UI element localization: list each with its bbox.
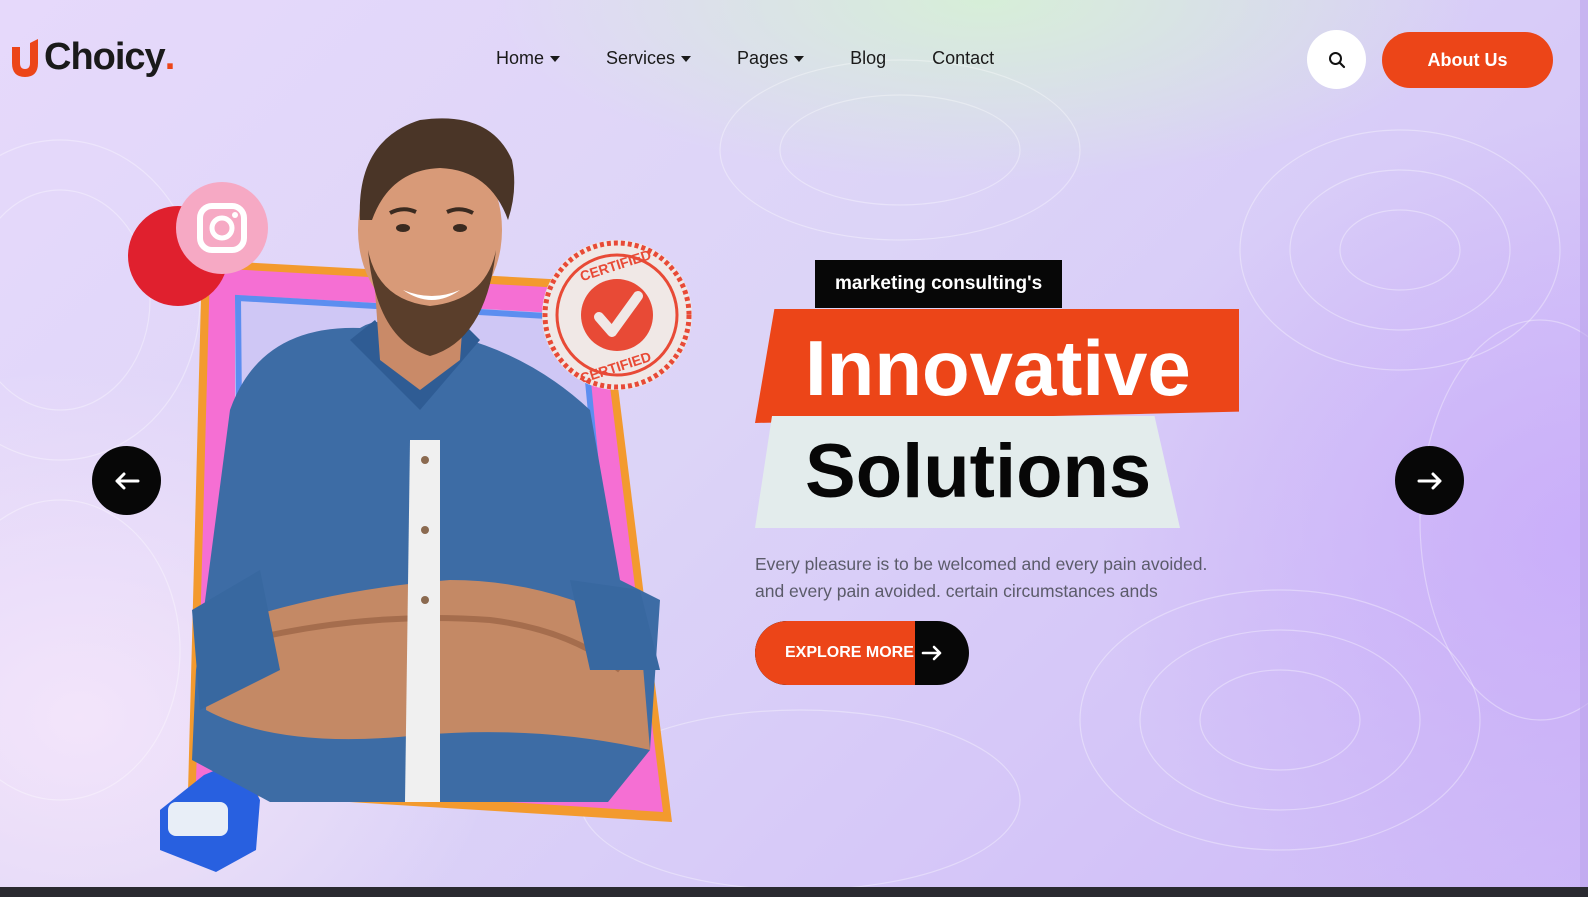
nav-item-label: Services <box>606 48 676 68</box>
nav-item-label: Contact <box>932 48 995 68</box>
nav-item-services[interactable]: Services <box>606 48 692 69</box>
hero-description: Every pleasure is to be welcomed and eve… <box>755 551 1225 605</box>
brand-dot: . <box>164 36 176 78</box>
hero-tag: marketing consulting's <box>815 260 1063 308</box>
caret-down-icon <box>681 55 692 62</box>
bottom-window-edge <box>0 887 1588 897</box>
hero-image: CERTIFIED CERTIFIED <box>128 118 692 872</box>
arrow-left-icon <box>115 472 139 489</box>
nav-item-home[interactable]: Home <box>496 48 561 69</box>
nav-item-blog[interactable]: Blog <box>850 48 886 69</box>
brand-logo[interactable]: Choicy. <box>10 36 175 79</box>
nav-item-label: Blog <box>850 48 887 68</box>
nav-item-contact[interactable]: Contact <box>932 48 994 69</box>
arrow-right-icon <box>1417 472 1441 489</box>
scrollbar-track[interactable] <box>1580 0 1588 897</box>
search-button[interactable] <box>1307 30 1366 89</box>
slider-prev-button[interactable] <box>92 446 161 515</box>
about-us-button[interactable]: About Us <box>1382 32 1553 88</box>
caret-down-icon <box>794 55 805 62</box>
brand-name: Choicy <box>44 36 166 78</box>
nav-item-label: Home <box>496 48 545 68</box>
nav-item-label: Pages <box>737 48 789 68</box>
explore-more-button[interactable]: EXPLORE MORE <box>755 621 969 685</box>
caret-down-icon <box>550 55 561 62</box>
main-nav: Home Services Pages Blog Contact <box>496 48 1040 69</box>
nav-item-pages[interactable]: Pages <box>737 48 805 69</box>
search-icon <box>1328 51 1345 68</box>
logo-mark-icon <box>12 38 38 77</box>
slider-next-button[interactable] <box>1395 446 1464 515</box>
hero-title-line1: Innovative <box>805 324 1191 412</box>
explore-button-label: EXPLORE MORE <box>785 644 914 661</box>
arrow-right-icon <box>921 645 942 661</box>
hero-description-line2: and every pain avoided. certain circumst… <box>755 581 1158 601</box>
hero-description-line1: Every pleasure is to be welcomed and eve… <box>755 554 1208 574</box>
hero-title-line2: Solutions <box>805 429 1152 514</box>
